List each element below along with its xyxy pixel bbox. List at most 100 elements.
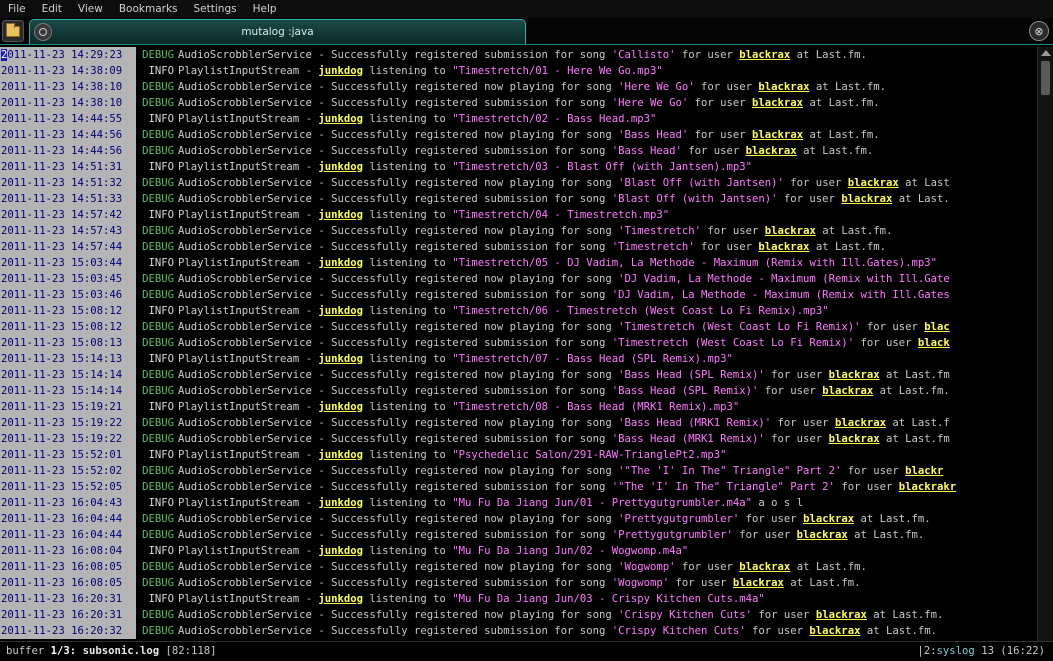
log-message: - Successfully registered now playing fo… [311,513,619,525]
log-message: for user [739,513,804,525]
log-row: 2011-11-23 15:19:22 DEBUG AudioScrobblerSe… [0,431,1036,447]
log-message: - [299,257,319,269]
log-message: for user [834,481,899,493]
log-service: AudioScrobblerService [178,465,312,477]
log-service: AudioScrobblerService [178,417,312,429]
log-song: 'Blast Off (with Jantsen)' [618,177,784,189]
log-song: 'Prettygutgrumbler' [618,513,740,525]
log-message: for user [688,97,753,109]
scroll-thumb[interactable] [1041,61,1050,95]
log-row: 2011-11-23 16:04:44 DEBUG AudioScrobblerSe… [0,527,1036,543]
log-service: PlaylistInputStream [178,449,300,461]
log-level: DEBUG [142,81,174,93]
log-user: blackrakr [898,481,957,493]
log-timestamp: 2011-11-23 15:14:14 [0,367,136,383]
menu-help[interactable]: Help [245,3,285,15]
log-timestamp: 2011-11-23 14:44:56 [0,143,136,159]
log-row: 2011-11-23 15:08:12 DEBUG AudioScrobblerSe… [0,319,1036,335]
log-message: for user [745,625,810,637]
log-row: 2011-11-23 15:52:02 DEBUG AudioScrobblerSe… [0,463,1036,479]
log-timestamp: 2011-11-23 15:52:02 [0,463,136,479]
log-timestamp: 2011-11-23 16:04:44 [0,527,136,543]
log-song: 'Crispy Kitchen Cuts' [618,609,753,621]
log-message: - Successfully registered now playing fo… [311,81,619,93]
log-song: "Timestretch/08 - Bass Head (MRK1 Remix)… [452,401,740,413]
log-timestamp: 2011-11-23 15:03:44 [0,255,136,271]
log-level: DEBUG [142,513,174,525]
menu-edit[interactable]: Edit [34,3,70,15]
log-message: listening to [362,497,453,509]
log-timestamp: 2011-11-23 14:57:42 [0,207,136,223]
log-song: "Timestretch/06 - Timestretch (West Coas… [452,305,829,317]
log-timestamp: 2011-11-23 16:08:04 [0,543,136,559]
log-timestamp: 2011-11-23 15:03:45 [0,271,136,287]
log-message: at Last.fm [879,433,950,445]
log-user: blackrax [803,513,855,525]
log-song: 'Blast Off (with Jantsen)' [611,193,778,205]
menu-file[interactable]: File [0,3,34,15]
log-message: at Last.fm. [860,625,937,637]
log-message: - Successfully registered submission for… [311,625,612,637]
other-buffer-time: (16:22) [1000,645,1045,657]
log-level: INFO [148,401,174,413]
log-level: INFO [148,353,174,365]
search-icon[interactable] [34,23,52,41]
log-message: for user [732,529,797,541]
log-message: for user [764,433,829,445]
log-song: 'DJ Vadim, La Methode - Maximum (Remix w… [611,289,950,301]
log-message: listening to [362,593,453,605]
menu-settings[interactable]: Settings [186,3,245,15]
log-message: listening to [362,113,453,125]
log-message: for user [860,321,925,333]
log-service: PlaylistInputStream [178,209,300,221]
log-song: 'Prettygutgrumbler' [611,529,733,541]
log-user: junkdog [318,353,363,365]
menu-view[interactable]: View [70,3,111,15]
log-row: 2011-11-23 15:08:12 INFO PlaylistInputStre… [0,303,1036,319]
status-bar: buffer 1/3: subsonic.log [82:118] |2:sys… [0,641,1053,661]
scroll-up-arrow-icon[interactable] [1041,50,1051,56]
log-message: for user [771,417,835,429]
log-message: for user [854,337,918,349]
vertical-scrollbar[interactable] [1037,47,1053,641]
log-level: DEBUG [142,577,174,589]
log-row: 2011-11-23 15:14:14 DEBUG AudioScrobblerSe… [0,383,1036,399]
log-service: AudioScrobblerService [178,177,312,189]
log-message: at Last. [892,193,950,205]
log-user: blackrax [809,625,861,637]
log-row: 2011-11-23 15:52:01 INFO PlaylistInputStre… [0,447,1036,463]
log-message: listening to [362,353,453,365]
tab-mutalog[interactable]: mutalog :java [29,19,526,44]
log-service: AudioScrobblerService [178,385,312,397]
log-song: "Timestretch/03 - Blast Off (with Jantse… [452,161,753,173]
log-message: for user [675,561,740,573]
log-service: AudioScrobblerService [178,321,312,333]
log-service: AudioScrobblerService [178,609,312,621]
log-service: AudioScrobblerService [178,433,312,445]
log-service: PlaylistInputStream [178,65,300,77]
menu-bookmarks[interactable]: Bookmarks [111,3,186,15]
log-service: PlaylistInputStream [178,401,300,413]
log-timestamp: 2011-11-23 15:14:13 [0,351,136,367]
close-tab-button[interactable]: ⊗ [1029,21,1049,41]
log-level: DEBUG [142,369,174,381]
log-user: blackrax [822,385,874,397]
new-tab-button[interactable] [2,20,24,42]
log-level: DEBUG [142,321,174,333]
log-song: '"The 'I' In The" Triangle" Part 2' [618,465,842,477]
log-timestamp: 2011-11-23 14:51:31 [0,159,136,175]
buffer-index: 1/3: [50,645,77,657]
log-row: 2011-11-23 15:52:05 DEBUG AudioScrobblerSe… [0,479,1036,495]
log-row: 2011-11-23 16:08:05 DEBUG AudioScrobblerSe… [0,559,1036,575]
log-row: 2011-11-23 14:51:31 INFO PlaylistInputStre… [0,159,1036,175]
tab-title: mutalog :java [241,26,314,38]
log-message: - Successfully registered now playing fo… [311,177,619,189]
log-message: for user [783,177,848,189]
log-level: DEBUG [142,465,174,477]
log-view[interactable]: 2011-11-23 14:29:23 DEBUG AudioScrobblerSe… [0,47,1036,641]
log-message: - [299,353,319,365]
buffer-position: [82:118] [165,645,217,657]
status-left: buffer 1/3: subsonic.log [82:118] [6,642,217,660]
log-timestamp: 2011-11-23 16:08:05 [0,559,136,575]
log-service: AudioScrobblerService [178,369,312,381]
